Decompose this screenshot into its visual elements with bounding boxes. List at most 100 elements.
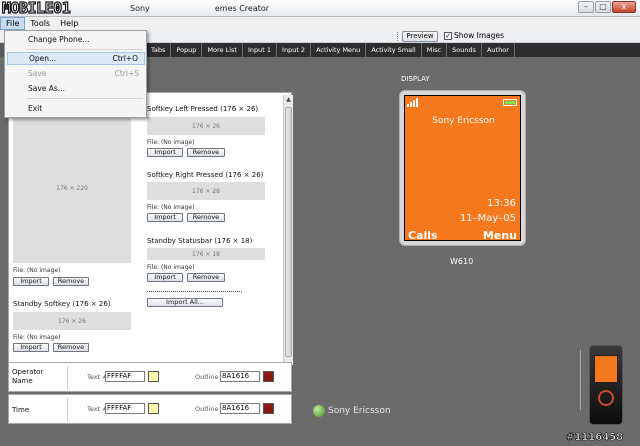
window-title: Sony emes Creator xyxy=(130,4,269,13)
menu-change-phone-label: Change Phone... xyxy=(28,35,90,44)
title-bar: MOBILE01 Sony emes Creator – □ x xyxy=(0,0,640,17)
softkey-left-remove-button[interactable]: Remove xyxy=(187,148,225,157)
softkey-right-pressed-size: 176 × 26 xyxy=(192,187,220,195)
standby-statusbar-placeholder: 176 × 18 xyxy=(147,248,265,260)
tab-activity-small[interactable]: Activity Small xyxy=(366,43,422,57)
tab-author[interactable]: Author xyxy=(482,43,515,57)
signal-strength-icon xyxy=(407,98,418,107)
softkey-right-pressed-file: File: (No image) xyxy=(147,204,195,211)
phone-preview-frame: Sony Ericsson 13:36 11–May–05 Calls Menu xyxy=(399,90,526,246)
standby-statusbar-remove-button[interactable]: Remove xyxy=(187,273,225,282)
softkey-right-import-button[interactable]: Import xyxy=(147,213,183,222)
menu-file[interactable]: File xyxy=(0,17,26,30)
time-outline-color-swatch[interactable] xyxy=(263,403,274,414)
standby-softkey-import-button[interactable]: Import xyxy=(13,343,49,352)
menu-exit[interactable]: Exit xyxy=(7,102,145,115)
menu-save-label: Save xyxy=(28,69,47,78)
time-text-color-input[interactable]: FFFFAF xyxy=(105,403,145,414)
main-image-placeholder: 176 × 220 xyxy=(13,113,131,263)
softkey-left: Calls xyxy=(408,229,438,242)
standby-statusbar-file: File: (No image) xyxy=(147,264,195,271)
softkey-right: Menu xyxy=(482,229,517,242)
operator-outline-color-swatch[interactable] xyxy=(263,371,274,382)
operator-name-label-line2: Name xyxy=(12,377,33,385)
operator-name: Sony Ericsson xyxy=(432,116,495,126)
operator-outline-color-input[interactable]: 8A1616 xyxy=(220,371,260,382)
menu-open[interactable]: Open... Ctrl+O xyxy=(7,52,145,65)
menu-tools[interactable]: Tools xyxy=(25,17,55,30)
softkey-left-pressed-file: File: (No image) xyxy=(147,139,195,146)
phone-screen: Sony Ericsson 13:36 11–May–05 Calls Menu xyxy=(404,95,521,242)
menu-separator xyxy=(27,98,143,99)
operator-text-color-swatch[interactable] xyxy=(148,371,159,382)
tab-activity-menu[interactable]: Activity Menu xyxy=(311,43,367,57)
tab-input-2[interactable]: Input 2 xyxy=(277,43,312,57)
tab-sounds[interactable]: Sounds xyxy=(447,43,482,57)
tab-input-1[interactable]: Input 1 xyxy=(243,43,278,57)
softkey-left-pressed-label: Softkey Left Pressed (176 × 26) xyxy=(147,105,259,113)
menu-bar: File Tools Help xyxy=(0,17,640,30)
clock-date: 11–May–05 xyxy=(459,213,516,224)
standby-softkey-remove-button[interactable]: Remove xyxy=(53,343,89,352)
maximize-button[interactable]: □ xyxy=(595,1,611,13)
menu-open-label: Open... xyxy=(29,54,57,63)
menu-help[interactable]: Help xyxy=(55,17,83,30)
operator-name-row: Operator Name Text # FFFFAF Outline # 8A… xyxy=(8,362,292,392)
time-label: Time xyxy=(12,406,29,415)
time-text-color-swatch[interactable] xyxy=(148,403,159,414)
row-divider xyxy=(67,366,68,390)
softkey-left-pressed-size: 176 × 26 xyxy=(192,122,220,130)
softkey-right-remove-button[interactable]: Remove xyxy=(187,213,225,222)
minimize-button[interactable]: – xyxy=(578,1,594,13)
show-images-toggle[interactable]: ✓ Show Images xyxy=(444,31,504,40)
menu-separator xyxy=(27,49,143,50)
phone-product-image xyxy=(589,345,623,425)
display-heading: DISPLAY xyxy=(401,75,430,83)
window-controls: – □ x xyxy=(578,1,636,13)
image-panel: 176 × 220 File: (No image) Import Remove… xyxy=(8,92,292,363)
time-outline-color-input[interactable]: 8A1616 xyxy=(220,403,260,414)
show-images-label: Show Images xyxy=(454,31,505,40)
menu-save-as-label: Save As... xyxy=(28,84,65,93)
standby-statusbar-import-button[interactable]: Import xyxy=(147,273,183,282)
main-image-size: 176 × 220 xyxy=(56,184,88,192)
menu-change-phone[interactable]: Change Phone... xyxy=(7,33,145,46)
phone-model: W610 xyxy=(450,257,474,266)
tab-popup[interactable]: Popup xyxy=(171,43,203,57)
show-images-checkbox[interactable]: ✓ xyxy=(444,31,452,40)
standby-softkey-file: File: (No image) xyxy=(13,334,61,341)
standby-softkey-size: 176 × 26 xyxy=(58,317,86,325)
watermark-logo: MOBILE01 xyxy=(1,0,71,17)
softkey-left-pressed-placeholder: 176 × 26 xyxy=(147,117,265,135)
operator-name-label: Operator Name xyxy=(12,368,43,386)
phone-image-screen xyxy=(594,355,618,383)
right-divider xyxy=(580,350,586,410)
tab-tabs[interactable]: Tabs xyxy=(146,43,172,57)
tab-strip: Tabs Popup More List Input 1 Input 2 Act… xyxy=(146,43,640,57)
standby-softkey-label: Standby Softkey (176 × 26) xyxy=(13,300,111,308)
import-all-button[interactable]: Import All... xyxy=(147,298,223,307)
row-divider xyxy=(67,398,68,422)
standby-statusbar-size: 176 × 18 xyxy=(192,250,220,258)
operator-text-color-input[interactable]: FFFFAF xyxy=(105,371,145,382)
title-fragment-1: Sony xyxy=(130,4,150,13)
brand-text: Sony Ericsson xyxy=(328,406,391,416)
tab-misc[interactable]: Misc xyxy=(422,43,448,57)
menu-save[interactable]: Save Ctrl+S xyxy=(7,67,145,80)
file-menu-dropdown: Change Phone... Open... Ctrl+O Save Ctrl… xyxy=(4,30,147,118)
main-remove-button[interactable]: Remove xyxy=(53,277,89,286)
menu-save-as[interactable]: Save As... xyxy=(7,82,145,95)
scroll-thumb[interactable] xyxy=(285,107,292,357)
close-button[interactable]: x xyxy=(612,1,636,13)
softkey-left-import-button[interactable]: Import xyxy=(147,148,183,157)
time-row: Time Text # FFFFAF Outline # 8A1616 xyxy=(8,394,292,424)
menu-open-shortcut: Ctrl+O xyxy=(112,54,138,63)
panel-scrollbar[interactable]: ▲ xyxy=(283,95,293,365)
toolbar-grip[interactable] xyxy=(397,32,399,41)
separator-dotted xyxy=(147,291,242,292)
preview-button[interactable]: Preview xyxy=(402,31,438,42)
softkey-right-pressed-label: Softkey Right Pressed (176 × 26) xyxy=(147,171,264,179)
tab-more-list[interactable]: More List xyxy=(202,43,243,57)
main-import-button[interactable]: Import xyxy=(13,277,49,286)
scroll-up-icon[interactable]: ▲ xyxy=(285,96,292,104)
